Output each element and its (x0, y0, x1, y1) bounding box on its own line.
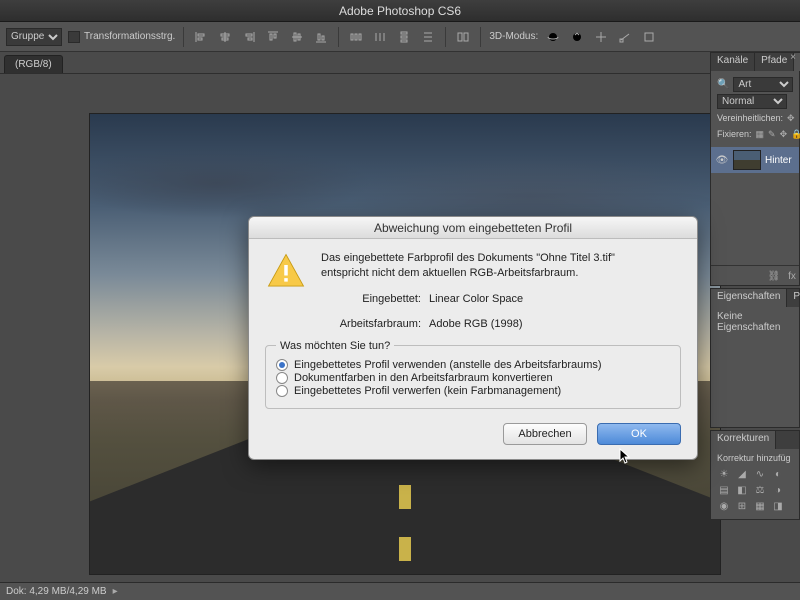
tab-properties[interactable]: Eigenschaften (711, 289, 787, 307)
layer-thumbnail (733, 150, 761, 170)
app-titlebar: Adobe Photoshop CS6 (0, 0, 800, 22)
ok-button[interactable]: OK (597, 423, 681, 445)
dialog-title: Abweichung vom eingebetteten Profil (249, 217, 697, 239)
tab-adjustments[interactable]: Korrekturen (711, 431, 776, 449)
3d-roll-icon[interactable] (568, 28, 586, 46)
workspace-label: Arbeitsfarbraum: (321, 317, 421, 332)
photo-filter-icon[interactable]: ◉ (717, 499, 731, 513)
warning-icon (265, 251, 307, 293)
align-vcenter-icon[interactable] (288, 28, 306, 46)
panel-close-icon[interactable]: × (790, 52, 796, 63)
curves-adjust-icon[interactable]: ∿ (753, 467, 767, 481)
radio-icon (276, 359, 288, 371)
adjustments-panel: Korrekturen Korrektur hinzufüg ☀ ◢ ∿ ◐ ▤… (710, 430, 800, 520)
align-hcenter-icon[interactable] (216, 28, 234, 46)
transform-controls-checkbox[interactable]: Transformationsstrg. (68, 31, 175, 43)
link-layers-icon[interactable]: ⛓ (767, 269, 781, 283)
align-left-icon[interactable] (192, 28, 210, 46)
distribute-hspace-icon[interactable] (371, 28, 389, 46)
align-top-icon[interactable] (264, 28, 282, 46)
brightness-adjust-icon[interactable]: ☀ (717, 467, 731, 481)
radio-icon (276, 385, 288, 397)
unify-label: Vereinheitlichen: (717, 113, 783, 123)
align-right-icon[interactable] (240, 28, 258, 46)
lookup-icon[interactable]: ▦ (753, 499, 767, 513)
status-expand-icon[interactable]: ▸ (113, 586, 118, 597)
properties-panel: Eigenschaften Pro Keine Eigenschaften (710, 288, 800, 428)
lock-label: Fixieren: (717, 129, 752, 139)
mode3d-label: 3D-Modus: (489, 31, 538, 42)
radio-use-embedded[interactable]: Eingebettetes Profil verwenden (anstelle… (276, 359, 670, 371)
3d-slide-icon[interactable] (616, 28, 634, 46)
unify-position-icon[interactable]: ✥ (787, 111, 795, 125)
layer-fx-icon[interactable]: fx (785, 269, 799, 283)
profile-mismatch-dialog: Abweichung vom eingebetteten Profil Das … (248, 216, 698, 460)
checkbox-icon (68, 31, 80, 43)
3d-orbit-icon[interactable] (544, 28, 562, 46)
blend-mode-select[interactable]: Normal (717, 94, 787, 109)
3d-scale-icon[interactable] (640, 28, 658, 46)
options-legend: Was möchten Sie tun? (276, 340, 394, 352)
lock-position-icon[interactable]: ✥ (780, 127, 788, 141)
lock-all-icon[interactable]: 🔒 (791, 127, 800, 141)
doc-size-status: Dok: 4,29 MB/4,29 MB (6, 586, 107, 597)
layer-row-background[interactable]: 👁 Hinter (711, 147, 799, 173)
distribute-h-icon[interactable] (347, 28, 365, 46)
embedded-label: Eingebettet: (321, 292, 421, 307)
separator (445, 27, 446, 47)
group-select[interactable]: Gruppe (6, 28, 62, 46)
tab-properties-2[interactable]: Pro (787, 289, 800, 307)
separator (183, 27, 184, 47)
layers-panel: Kanäle Pfade El 🔍Art Normal Vereinheitli… (710, 52, 800, 286)
vibrance-adjust-icon[interactable]: ▤ (717, 483, 731, 497)
lock-pixels-icon[interactable]: ✎ (768, 127, 776, 141)
channel-mixer-icon[interactable]: ⊞ (735, 499, 749, 513)
document-tabbar: (RGB/8) (0, 52, 800, 74)
tab-paths[interactable]: Pfade (755, 53, 794, 71)
levels-adjust-icon[interactable]: ◢ (735, 467, 749, 481)
bw-adjust-icon[interactable]: ◑ (771, 483, 785, 497)
document-tab[interactable]: (RGB/8) (4, 55, 63, 73)
options-bar: Gruppe Transformationsstrg. 3D-Modus: (0, 22, 800, 52)
balance-adjust-icon[interactable]: ⚖ (753, 483, 767, 497)
status-bar: Dok: 4,29 MB/4,29 MB ▸ (0, 582, 800, 600)
auto-align-icon[interactable] (454, 28, 472, 46)
layer-kind-select[interactable]: Art (733, 77, 793, 92)
search-icon: 🔍 (717, 78, 729, 92)
embedded-value: Linear Color Space (429, 292, 523, 307)
right-panel-stack: × Kanäle Pfade El 🔍Art Normal Vereinheit… (710, 52, 800, 600)
no-properties-text: Keine Eigenschaften (717, 311, 780, 333)
align-bottom-icon[interactable] (312, 28, 330, 46)
separator (338, 27, 339, 47)
layer-name: Hinter (765, 155, 792, 166)
dialog-message: Das eingebettete Farbprofil des Dokument… (321, 251, 615, 333)
radio-convert[interactable]: Dokumentfarben in den Arbeitsfarbraum ko… (276, 372, 670, 384)
workspace-value: Adobe RGB (1998) (429, 317, 523, 332)
radio-icon (276, 372, 288, 384)
3d-pan-icon[interactable] (592, 28, 610, 46)
app-title: Adobe Photoshop CS6 (339, 4, 461, 18)
lock-transparency-icon[interactable]: ▦ (756, 127, 765, 141)
cancel-button[interactable]: Abbrechen (503, 423, 587, 445)
hue-adjust-icon[interactable]: ◧ (735, 483, 749, 497)
separator (480, 27, 481, 47)
distribute-vspace-icon[interactable] (419, 28, 437, 46)
tab-channels[interactable]: Kanäle (711, 53, 755, 71)
options-fieldset: Was möchten Sie tun? Eingebettetes Profi… (265, 345, 681, 409)
visibility-eye-icon[interactable]: 👁 (715, 155, 729, 166)
radio-discard[interactable]: Eingebettetes Profil verwerfen (kein Far… (276, 385, 670, 397)
distribute-v-icon[interactable] (395, 28, 413, 46)
adjustments-hint: Korrektur hinzufüg (717, 453, 793, 463)
exposure-adjust-icon[interactable]: ◐ (771, 467, 785, 481)
invert-icon[interactable]: ◨ (771, 499, 785, 513)
